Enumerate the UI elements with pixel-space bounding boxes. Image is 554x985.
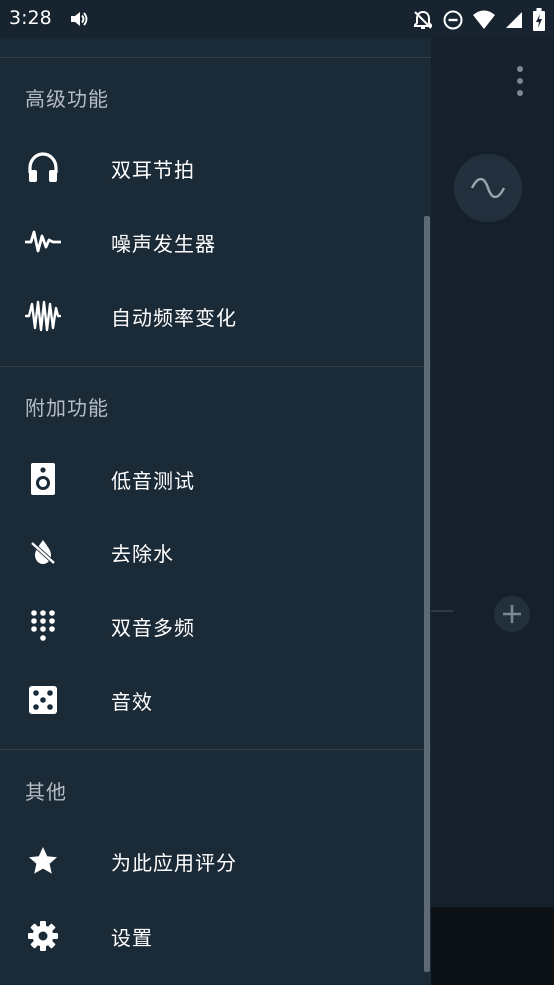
screen: 3:28 高级功能 双耳节拍 噪声发生器 自动频率变化 附加功能 低音测试 去除…: [0, 0, 554, 985]
gear-icon: [25, 918, 61, 954]
dialpad-icon: [25, 608, 61, 644]
section-title-extras: 附加功能: [25, 396, 109, 420]
water-off-icon: [25, 534, 61, 570]
status-icons: [412, 8, 546, 32]
battery-charging-icon: [533, 8, 545, 31]
menu-item-label: 双音多频: [111, 615, 195, 640]
menu-item-noise-generator[interactable]: 噪声发生器: [0, 210, 431, 274]
status-time: 3:28: [9, 7, 52, 29]
slider-track: [431, 610, 453, 612]
drawer-scrollbar[interactable]: [424, 216, 430, 972]
menu-item-label: 音效: [111, 689, 153, 714]
menu-item-rate-app[interactable]: 为此应用评分: [0, 829, 431, 893]
volume-icon: [69, 9, 89, 33]
section-divider: [0, 366, 431, 367]
dice-icon: [25, 682, 61, 718]
menu-item-dtmf[interactable]: 双音多频: [0, 594, 431, 658]
menu-item-label: 低音测试: [111, 468, 195, 493]
menu-item-auto-frequency[interactable]: 自动频率变化: [0, 284, 431, 348]
menu-item-settings[interactable]: 设置: [0, 904, 431, 968]
menu-item-sound-effects[interactable]: 音效: [0, 668, 431, 732]
section-title-advanced: 高级功能: [25, 87, 109, 111]
menu-item-label: 自动频率变化: [111, 305, 237, 330]
menu-item-label: 去除水: [111, 541, 174, 566]
status-bar: 3:28: [0, 0, 554, 38]
section-divider: [0, 749, 431, 750]
sine-wave-icon: [470, 178, 506, 198]
star-icon: [25, 843, 61, 879]
menu-item-label: 设置: [111, 925, 153, 950]
noise-wave-icon: [25, 224, 61, 260]
section-title-other: 其他: [25, 780, 67, 804]
navigation-drawer: 高级功能 双耳节拍 噪声发生器 自动频率变化 附加功能 低音测试 去除水 双音多…: [0, 38, 431, 985]
menu-item-label: 双耳节拍: [111, 157, 195, 182]
plus-icon: [503, 605, 521, 623]
frequency-sweep-icon: [25, 298, 61, 334]
do-not-disturb-icon: [443, 10, 463, 30]
add-button[interactable]: [494, 596, 530, 632]
menu-item-bass-test[interactable]: 低音测试: [0, 447, 431, 511]
waveform-button[interactable]: [454, 154, 522, 222]
menu-item-binaural-beats[interactable]: 双耳节拍: [0, 136, 431, 200]
cell-signal-icon: [506, 12, 522, 28]
menu-item-water-removal[interactable]: 去除水: [0, 520, 431, 584]
notifications-off-icon: [414, 10, 432, 29]
more-options-icon[interactable]: [508, 66, 532, 96]
menu-item-label: 为此应用评分: [111, 850, 237, 875]
menu-item-label: 噪声发生器: [111, 231, 216, 256]
drawer-header-divider: [0, 57, 431, 58]
wifi-icon: [473, 10, 495, 29]
speaker-icon: [25, 461, 61, 497]
headphones-icon: [25, 150, 61, 186]
